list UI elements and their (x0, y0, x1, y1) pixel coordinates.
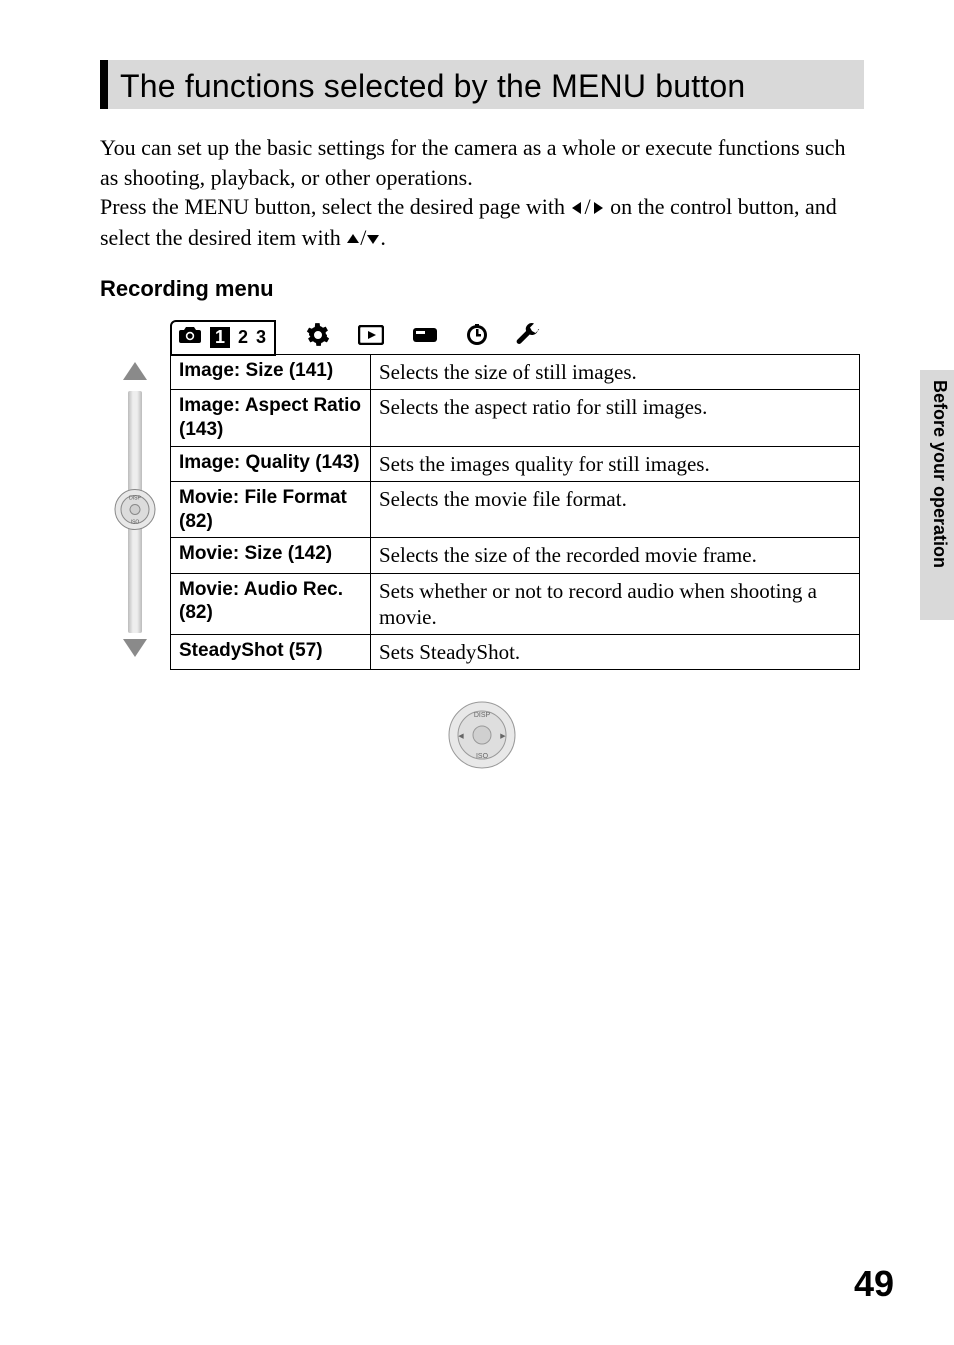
table-row: Movie: File Format (82) Selects the movi… (171, 481, 860, 538)
table-row: Movie: Audio Rec. (82) Sets whether or n… (171, 573, 860, 635)
menu-item-name: Movie: Audio Rec. (82) (171, 573, 371, 635)
page-number: 49 (854, 1263, 894, 1305)
intro-fragment: Press the MENU button, select the desire… (100, 194, 570, 219)
tab-page-2[interactable]: 2 (238, 327, 248, 348)
menu-item-desc: Sets whether or not to record audio when… (371, 573, 860, 635)
scroll-indicator: DISP ISO (100, 354, 170, 671)
svg-text:◀: ◀ (458, 733, 464, 740)
svg-text:DISP: DISP (474, 712, 491, 719)
menu-item-name: SteadyShot (57) (171, 635, 371, 670)
menu-item-desc: Sets SteadyShot. (371, 635, 860, 670)
menu-table-wrap: DISP ISO Image: Size (141) Selects the s… (100, 354, 864, 671)
right-arrow-icon (591, 193, 605, 223)
intro-line-2: Press the MENU button, select the desire… (100, 192, 864, 253)
table-row: Image: Size (141) Selects the size of st… (171, 354, 860, 389)
menu-item-desc: Selects the size of the recorded movie f… (371, 538, 860, 573)
menu-item-name: Image: Quality (143) (171, 446, 371, 481)
menu-item-name: Image: Size (141) (171, 354, 371, 389)
tab-page-3[interactable]: 3 (256, 327, 266, 348)
section-title-bar: The functions selected by the MENU butto… (100, 60, 864, 109)
side-section-label: Before your operation (929, 380, 950, 568)
svg-text:ISO: ISO (476, 753, 489, 760)
svg-text:▶: ▶ (500, 733, 506, 740)
down-arrow-icon (366, 224, 380, 254)
intro-fragment: . (380, 225, 386, 250)
left-arrow-icon (570, 193, 584, 223)
svg-text:DISP: DISP (129, 496, 141, 502)
other-tab-icons (306, 323, 540, 352)
intro-line-1: You can set up the basic settings for th… (100, 133, 864, 192)
page: The functions selected by the MENU butto… (0, 0, 954, 1345)
dial-icon: DISP ISO (114, 489, 156, 536)
scroll-up-arrow-icon (121, 360, 149, 387)
section-title: The functions selected by the MENU butto… (120, 68, 852, 105)
scroll-down-arrow-icon (121, 637, 149, 664)
menu-item-desc: Selects the size of still images. (371, 354, 860, 389)
table-row: Movie: Size (142) Selects the size of th… (171, 538, 860, 573)
recording-tab-group: 1 2 3 (170, 320, 276, 356)
menu-tab-strip: 1 2 3 (170, 320, 864, 356)
recording-menu-heading: Recording menu (100, 276, 864, 302)
recording-menu-table: Image: Size (141) Selects the size of st… (170, 354, 860, 671)
menu-item-desc: Selects the aspect ratio for still image… (371, 390, 860, 447)
svg-text:ISO: ISO (131, 520, 140, 526)
menu-item-name: Movie: File Format (82) (171, 481, 371, 538)
playback-icon[interactable] (358, 325, 384, 350)
intro-text: You can set up the basic settings for th… (100, 133, 864, 254)
menu-item-name: Image: Aspect Ratio (143) (171, 390, 371, 447)
gear-icon[interactable] (306, 323, 330, 352)
table-row: Image: Quality (143) Sets the images qua… (171, 446, 860, 481)
menu-item-desc: Selects the movie file format. (371, 481, 860, 538)
table-row: SteadyShot (57) Sets SteadyShot. (171, 635, 860, 670)
clock-icon[interactable] (466, 324, 488, 351)
menu-item-desc: Sets the images quality for still images… (371, 446, 860, 481)
menu-item-name: Movie: Size (142) (171, 538, 371, 573)
tab-page-1[interactable]: 1 (210, 327, 230, 348)
up-arrow-icon (346, 224, 360, 254)
card-icon[interactable] (412, 325, 438, 350)
wrench-icon[interactable] (516, 323, 540, 352)
camera-icon (178, 325, 202, 350)
control-dial-graphic: DISP ISO ◀ ▶ (100, 700, 864, 770)
table-row: Image: Aspect Ratio (143) Selects the as… (171, 390, 860, 447)
